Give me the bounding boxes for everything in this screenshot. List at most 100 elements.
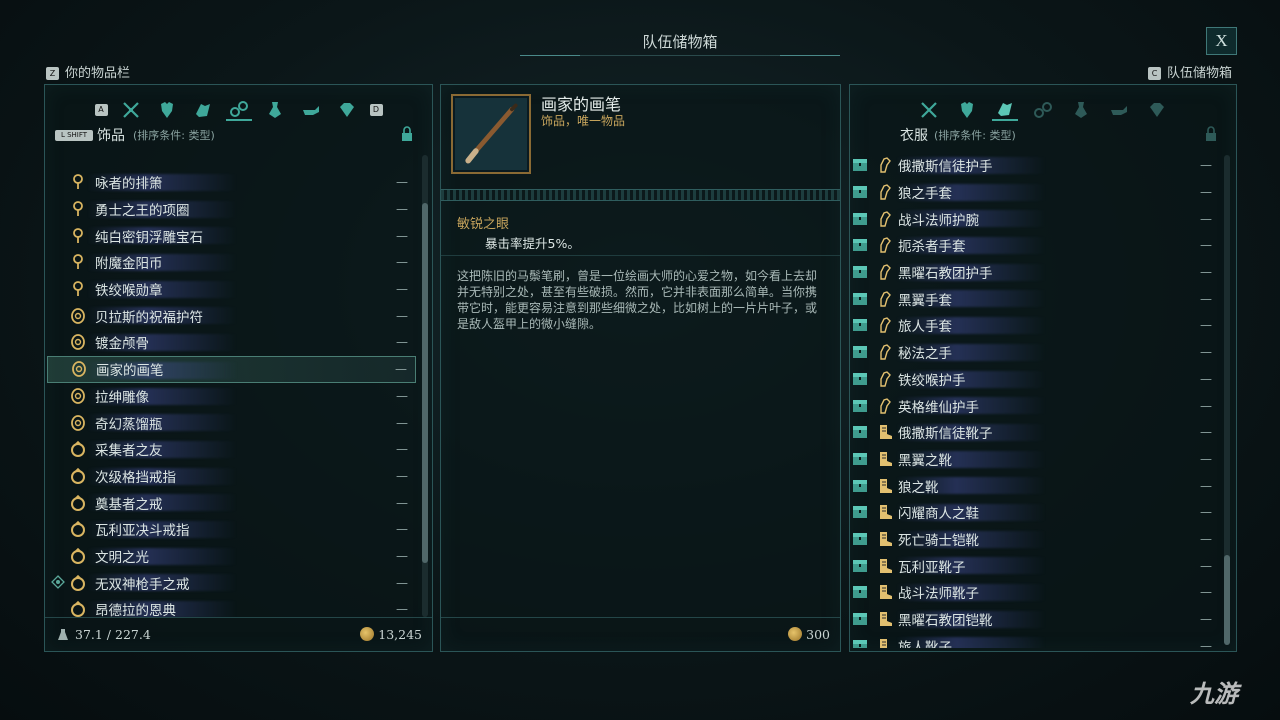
weapons-tab-icon[interactable] <box>118 99 144 121</box>
amulet-icon <box>69 280 87 298</box>
storage-item-row[interactable]: 扼杀者手套 — <box>852 232 1220 259</box>
ring-icon <box>69 574 87 592</box>
inventory-item-row[interactable]: 奇幻蒸馏瓶 — <box>47 409 416 436</box>
inventory-item-row[interactable]: 瓦利亚决斗戒指 — <box>47 516 416 543</box>
storage-item-row[interactable]: 英格维仙护手 — <box>852 392 1220 419</box>
detail-footer: 300 <box>441 617 840 651</box>
close-button[interactable]: X <box>1206 27 1237 55</box>
item-name: 画家的画笔 <box>96 363 164 380</box>
lock-icon[interactable] <box>1204 126 1218 142</box>
key-hint-a: A <box>94 104 108 116</box>
storage-item-row[interactable]: 战斗法师靴子 — <box>852 579 1220 606</box>
storage-item-row[interactable]: 黑曜石教团铠靴 — <box>852 606 1220 633</box>
inventory-item-row[interactable]: 附魔金阳币 — <box>47 249 416 276</box>
inventory-scroll-thumb[interactable] <box>422 203 428 563</box>
key-hint-shift: L SHIFT <box>55 130 93 141</box>
gold-amount: 13,245 <box>378 627 422 642</box>
storage-item-row[interactable]: 黑翼之靴 — <box>852 446 1220 473</box>
item-quantity: — <box>1200 398 1212 413</box>
storage-scroll-thumb[interactable] <box>1224 555 1230 645</box>
item-quantity: — <box>1200 638 1212 648</box>
talisman-icon <box>70 360 88 378</box>
category-header: L SHIFT 饰品 (排序条件: 类型) <box>45 125 432 145</box>
inventory-item-row[interactable]: 勇士之王的项圈 — <box>47 196 416 223</box>
item-name: 镀金颅骨 <box>95 336 149 353</box>
sort-condition[interactable]: (排序条件: 类型) <box>133 127 215 143</box>
inventory-item-row[interactable]: 次级格挡戒指 — <box>47 463 416 490</box>
gloves-icon <box>876 183 894 201</box>
accessories-tab-icon[interactable] <box>225 99 252 121</box>
party-storage-panel: 衣服 (排序条件: 类型) 俄撒斯信徒护手 — 狼之手套 — 战斗法师护腕 — 扼杀者手套 —… <box>849 84 1237 652</box>
item-quantity: — <box>1200 211 1212 226</box>
accessories-tab-icon[interactable] <box>1030 99 1056 121</box>
inventory-item-row[interactable]: 拉绅雕像 — <box>47 383 416 410</box>
item-quantity: — <box>396 308 408 323</box>
lock-icon[interactable] <box>400 126 414 142</box>
armor-tab-icon[interactable] <box>154 99 180 121</box>
storage-chest-icon <box>853 346 867 359</box>
storage-scrollbar[interactable] <box>1224 155 1230 645</box>
item-subtitle: 饰品，唯一物品 <box>541 114 626 128</box>
storage-item-row[interactable]: 俄撒斯信徒靴子 — <box>852 419 1220 446</box>
item-quantity: — <box>396 548 408 563</box>
storage-item-row[interactable]: 瓦利亚靴子 — <box>852 552 1220 579</box>
storage-item-row[interactable]: 秘法之手 — <box>852 339 1220 366</box>
consumables-tab-icon[interactable] <box>1068 99 1094 121</box>
window-title-text: 队伍储物箱 <box>642 33 718 51</box>
inventory-item-row[interactable]: 采集者之友 — <box>47 436 416 463</box>
storage-chest-icon <box>853 426 867 439</box>
storage-item-row[interactable]: 狼之手套 — <box>852 179 1220 206</box>
item-name: 旅人手套 <box>898 319 952 336</box>
inventory-item-row[interactable]: 镀金颅骨 — <box>47 329 416 356</box>
item-quantity: — <box>396 282 408 297</box>
storage-chest-icon <box>853 506 867 519</box>
item-description: 这把陈旧的马鬃笔刷，曾是一位绘画大师的心爱之物，如今看上去却并无特别之处，甚至有… <box>457 269 818 331</box>
storage-sort-condition[interactable]: (排序条件: 类型) <box>934 127 1016 143</box>
armor-tab-icon[interactable] <box>954 99 980 121</box>
storage-item-row[interactable]: 死亡骑士铠靴 — <box>852 526 1220 553</box>
inventory-item-row[interactable]: 画家的画笔 — <box>47 355 416 383</box>
inventory-item-row[interactable]: 无双神枪手之戒 — <box>47 569 416 596</box>
inventory-item-row[interactable]: 昂德拉的恩典 — <box>47 596 416 617</box>
ring-icon <box>69 467 87 485</box>
weapons-tab-icon[interactable] <box>916 99 942 121</box>
storage-chest-icon <box>853 399 867 412</box>
inventory-item-row[interactable]: 纯白密钥浮雕宝石 — <box>47 222 416 249</box>
gloves-icon <box>876 370 894 388</box>
consumables-tab-icon[interactable] <box>262 99 288 121</box>
gems-tab-icon[interactable] <box>1144 99 1170 121</box>
item-name: 昂德拉的恩典 <box>95 603 176 617</box>
party-storage-link[interactable]: C 队伍储物箱 <box>1148 62 1232 81</box>
inventory-item-row[interactable]: 咏者的排箫 — <box>47 169 416 196</box>
your-inventory-link[interactable]: Z 你的物品栏 <box>46 62 130 81</box>
storage-item-row[interactable]: 闪耀商人之鞋 — <box>852 499 1220 526</box>
storage-item-row[interactable]: 狼之靴 — <box>852 472 1220 499</box>
item-quantity: — <box>396 388 408 403</box>
inventory-item-row[interactable]: 奠基者之戒 — <box>47 489 416 516</box>
carry-weight: 37.1 / 227.4 <box>75 627 151 642</box>
storage-item-row[interactable]: 铁绞喉护手 — <box>852 366 1220 393</box>
storage-item-row[interactable]: 俄撒斯信徒护手 — <box>852 152 1220 179</box>
window-title: 队伍储物箱 <box>520 26 840 56</box>
storage-item-row[interactable]: 黑翼手套 — <box>852 285 1220 312</box>
inventory-panel: A D L SHIFT 饰品 (排序条件: 类型) 咏者的排箫 — 勇士之王的项圈 —… <box>44 84 433 652</box>
storage-item-row[interactable]: 旅人手套 — <box>852 312 1220 339</box>
crafting-tab-icon[interactable] <box>1106 99 1132 121</box>
inventory-scrollbar[interactable] <box>422 155 428 617</box>
key-hint-c: C <box>1148 67 1161 80</box>
storage-item-row[interactable]: 旅人靴子 — <box>852 632 1220 648</box>
item-name: 采集者之友 <box>95 443 163 460</box>
item-quantity: — <box>396 522 408 537</box>
inventory-item-row[interactable]: 文明之光 — <box>47 543 416 570</box>
clothing-tab-icon[interactable] <box>992 99 1018 121</box>
gems-tab-icon[interactable] <box>334 99 360 121</box>
storage-item-row[interactable]: 战斗法师护腕 — <box>852 205 1220 232</box>
item-name: 黑翼之靴 <box>898 452 952 469</box>
inventory-item-row[interactable]: 铁绞喉勋章 — <box>47 276 416 303</box>
storage-chest-icon <box>853 639 867 648</box>
crafting-tab-icon[interactable] <box>298 99 324 121</box>
storage-item-row[interactable]: 黑曜石教团护手 — <box>852 259 1220 286</box>
gloves-icon <box>876 210 894 228</box>
inventory-item-row[interactable]: 贝拉斯的祝福护符 — <box>47 302 416 329</box>
clothing-tab-icon[interactable] <box>190 99 216 121</box>
